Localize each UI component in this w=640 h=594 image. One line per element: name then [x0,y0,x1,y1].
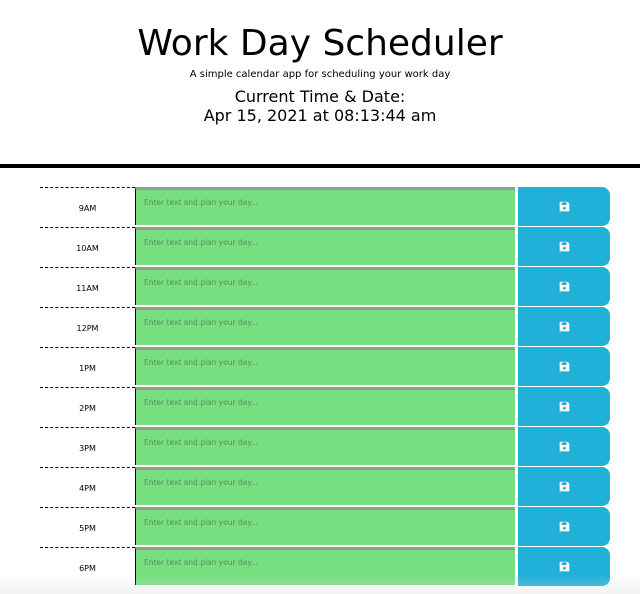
save-button[interactable] [515,347,610,386]
time-block-row: 2PM [40,387,610,427]
floppy-disk-icon [559,441,569,452]
save-button[interactable] [515,547,610,586]
hour-label: 11AM [40,267,135,307]
page-title: Work Day Scheduler [137,23,503,64]
hour-label: 1PM [40,347,135,387]
hour-label: 2PM [40,387,135,427]
time-block-row: 1PM [40,347,610,387]
time-block-row: 10AM [40,227,610,267]
save-button[interactable] [515,507,610,546]
time-block-row: 12PM [40,307,610,347]
time-block-row: 11AM [40,267,610,307]
time-block-row: 4PM [40,467,610,507]
save-button[interactable] [515,427,610,466]
hour-label: 3PM [40,427,135,467]
description-textarea[interactable] [135,267,515,305]
time-block-row: 9AM [40,187,610,227]
description-textarea[interactable] [135,387,515,425]
page-subtitle: A simple calendar app for scheduling you… [189,69,451,80]
hour-text: 2PM [79,404,96,413]
floppy-disk-icon [559,561,569,572]
header: Work Day Scheduler A simple calendar app… [0,0,640,168]
hour-text: 6PM [79,564,96,573]
hour-text: 11AM [76,284,99,293]
schedule-container: 9AM 10AM 11AM 12PM 1PM 2PM 3PM 4PM 5PM 6PM [40,187,610,587]
hour-text: 12PM [76,324,99,333]
hour-text: 1PM [79,364,96,373]
save-button[interactable] [515,467,610,506]
floppy-disk-icon [559,481,569,492]
description-textarea[interactable] [135,227,515,265]
time-block-row: 6PM [40,547,610,587]
floppy-disk-icon [559,401,569,412]
description-textarea[interactable] [135,547,515,585]
hour-label: 4PM [40,467,135,507]
description-textarea[interactable] [135,507,515,545]
floppy-disk-icon [559,201,569,212]
save-button[interactable] [515,267,610,306]
floppy-disk-icon [559,521,569,532]
save-button[interactable] [515,307,610,346]
hour-label: 12PM [40,307,135,347]
description-textarea[interactable] [135,427,515,465]
description-textarea[interactable] [135,187,515,225]
floppy-disk-icon [559,281,569,292]
description-textarea[interactable] [135,467,515,505]
hour-label: 5PM [40,507,135,547]
hour-text: 4PM [79,484,96,493]
hour-label: 10AM [40,227,135,267]
current-time-value: Apr 15, 2021 at 08:13:44 am [203,106,437,125]
floppy-disk-icon [559,361,569,372]
hour-text: 3PM [79,444,96,453]
hour-label: 6PM [40,547,135,587]
hour-text: 10AM [76,244,99,253]
current-time-label: Current Time & Date: [234,87,406,106]
description-textarea[interactable] [135,307,515,345]
floppy-disk-icon [559,241,569,252]
time-block-row: 3PM [40,427,610,467]
time-block-row: 5PM [40,507,610,547]
hour-label: 9AM [40,187,135,227]
save-button[interactable] [515,387,610,426]
hour-text: 9AM [78,204,97,213]
save-button[interactable] [515,227,610,266]
floppy-disk-icon [559,321,569,332]
hour-text: 5PM [79,524,96,533]
description-textarea[interactable] [135,347,515,385]
save-button[interactable] [515,187,610,226]
